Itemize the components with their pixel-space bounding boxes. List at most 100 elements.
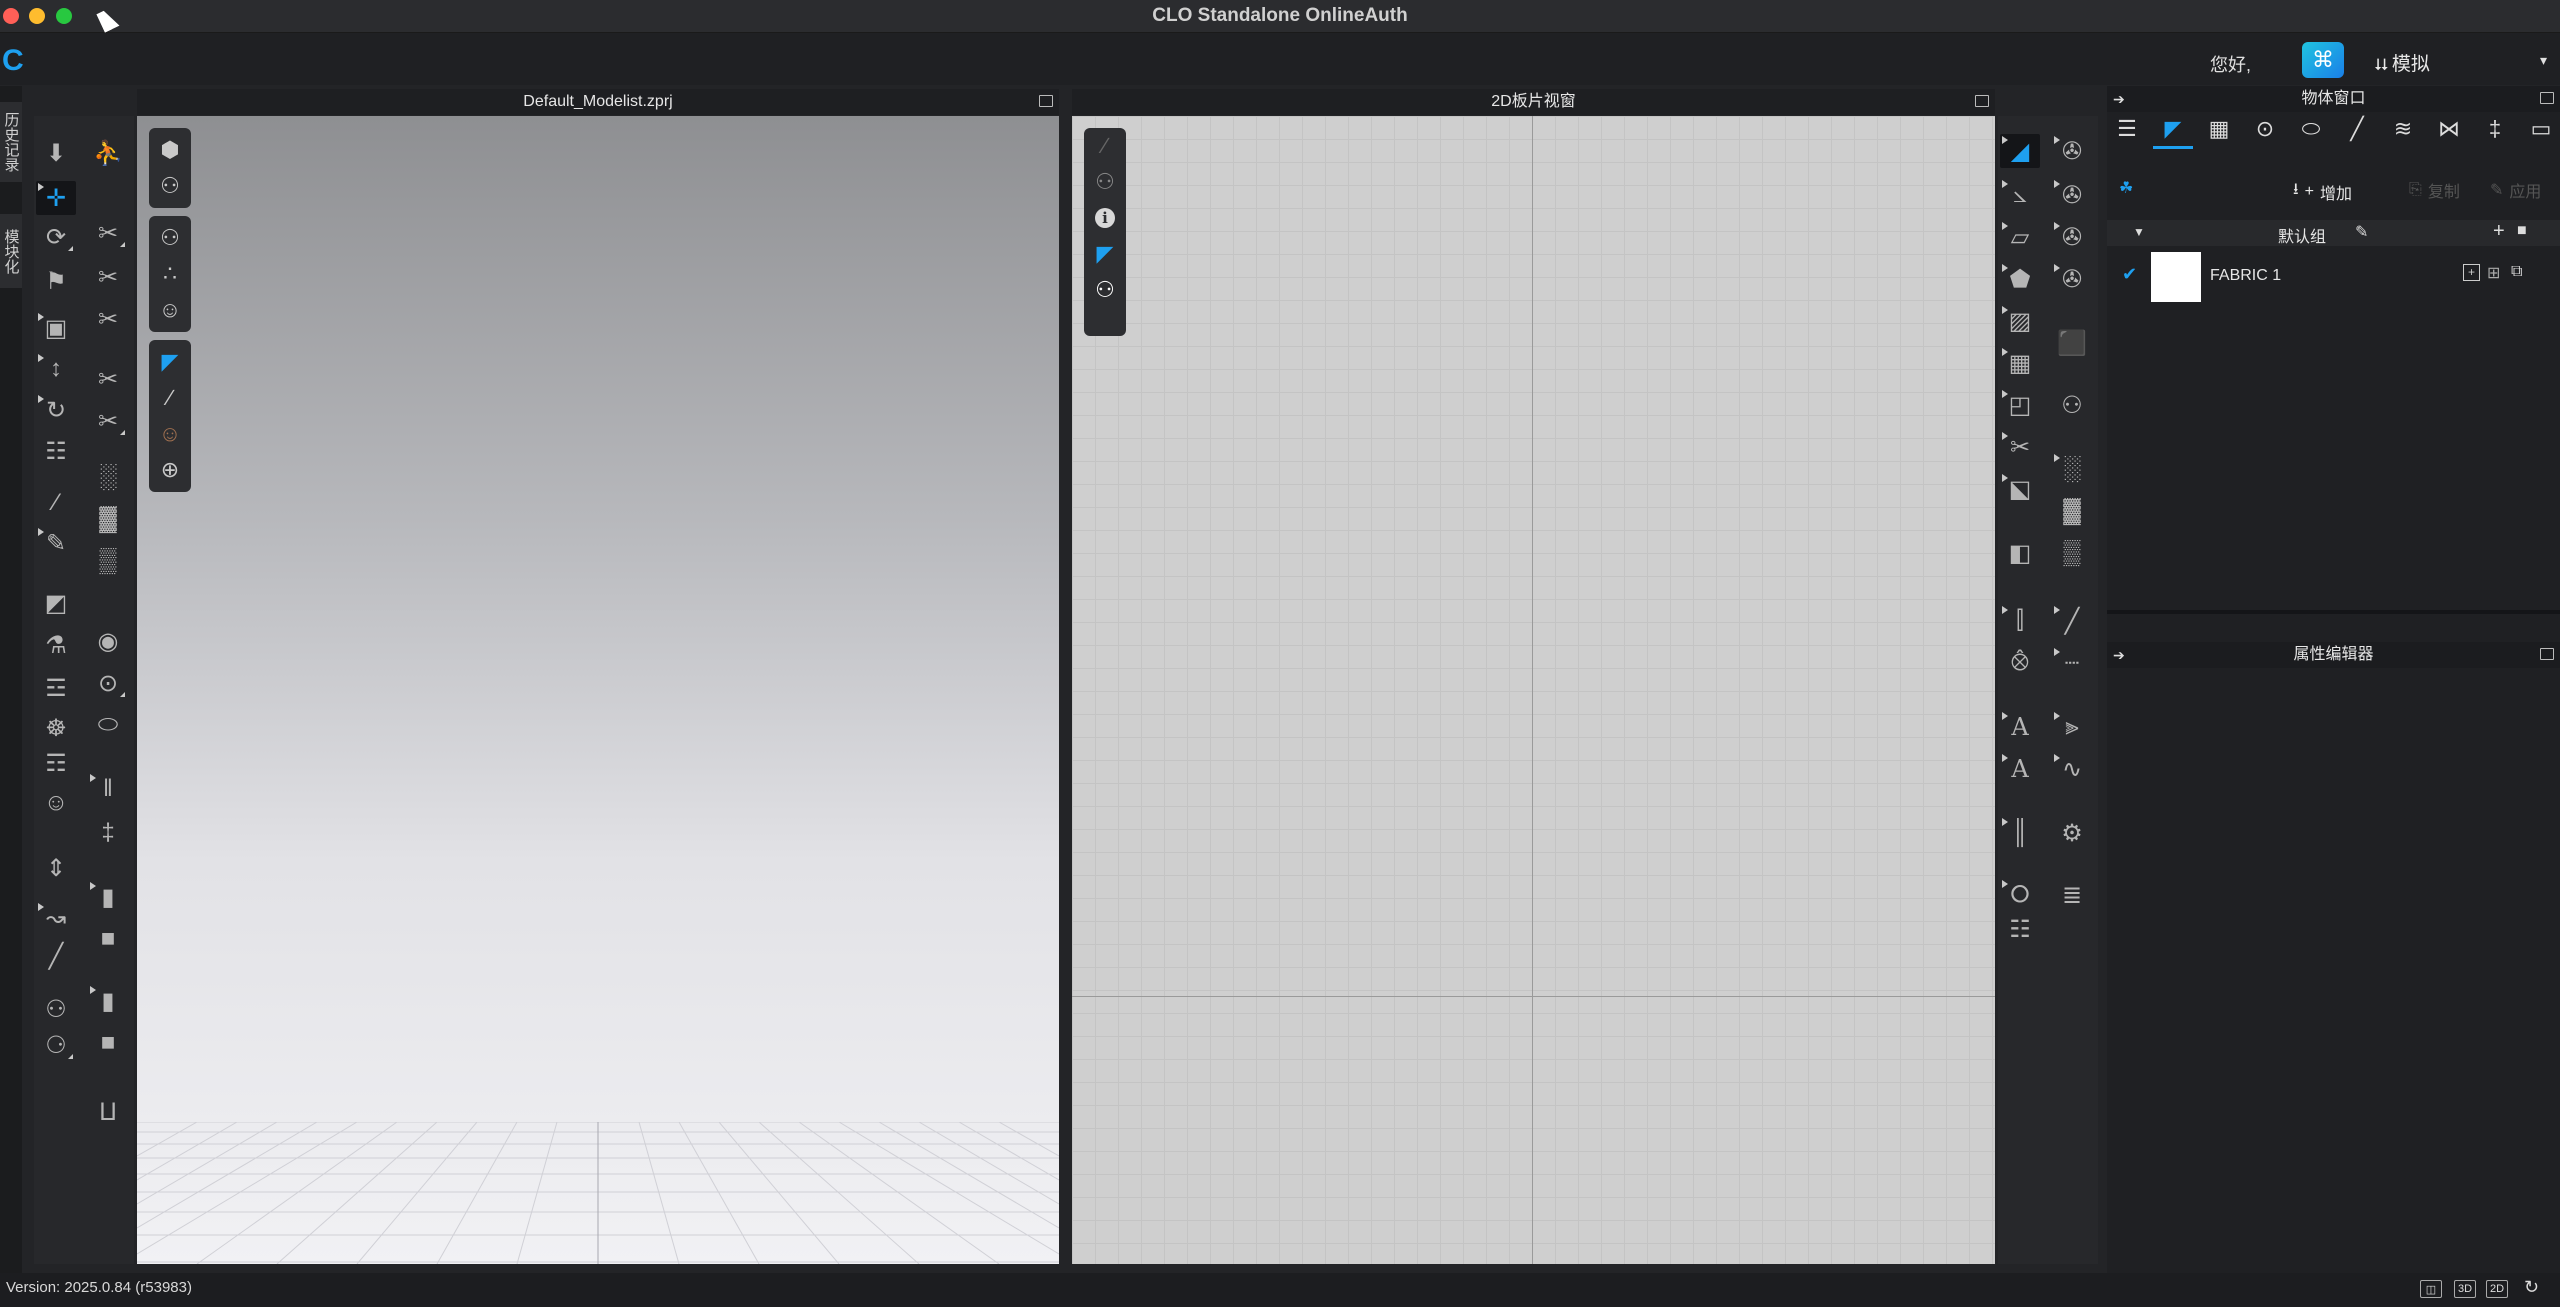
graphic-tool[interactable]: ⚗ <box>36 628 76 662</box>
copy-button[interactable]: ⎘ 复制 <box>2409 178 2460 202</box>
add-item-icon[interactable]: + <box>2493 220 2505 243</box>
show-pattern-icon[interactable]: ⚇ <box>1084 164 1126 200</box>
arrangement-tool[interactable]: ☷ <box>36 434 76 468</box>
uv-tool[interactable]: ▒ <box>88 544 128 578</box>
text-edit-tool[interactable]: A <box>2000 752 2040 786</box>
show-fabric-icon[interactable]: ◤ <box>149 344 191 380</box>
select-mesh-tool[interactable]: ⟳ <box>36 220 76 254</box>
float-window-icon[interactable] <box>2540 92 2554 104</box>
tab-history[interactable]: 历史记录 <box>0 102 22 182</box>
float-window-icon[interactable] <box>2540 648 2554 660</box>
mode-selector[interactable]: ⮇ 模拟 <box>2375 49 2430 76</box>
text-tool[interactable]: A <box>2000 710 2040 744</box>
caret-down-icon[interactable]: ▾ <box>2540 52 2547 69</box>
float-window-icon[interactable] <box>1975 95 1989 107</box>
fabric-2d-tool[interactable]: ░ <box>2052 452 2092 486</box>
elastic-tool[interactable]: ⫸ <box>2052 710 2092 744</box>
avatar-2d-tool[interactable]: ☷ <box>2000 912 2040 946</box>
globe-icon[interactable]: ⊕ <box>149 452 191 488</box>
puckering-2d-tool[interactable]: ∿ <box>2052 752 2092 786</box>
user-avatar[interactable]: ⌘ <box>2302 42 2344 78</box>
checkmark-icon[interactable]: ✔ <box>2122 264 2137 285</box>
iron-tool[interactable]: ⬛ <box>2052 326 2092 360</box>
view-cube-icon[interactable]: ⬢ <box>149 132 191 168</box>
magnet-tool[interactable]: ⨿ <box>88 1096 128 1130</box>
cut-tool[interactable]: ✂ <box>2000 430 2040 464</box>
edit-pattern-tool[interactable]: ⦣ <box>2000 178 2040 212</box>
measure-avatar-tool[interactable]: ⇕ <box>36 851 76 885</box>
grading-tool[interactable]: ║ <box>2000 816 2040 850</box>
segment-sewing-tool[interactable]: ✂ <box>88 216 128 250</box>
dart-tool[interactable]: ◰ <box>2000 388 2040 422</box>
fit-tool[interactable]: ☲ <box>36 671 76 705</box>
seam-allowance-tool[interactable]: ⫿ <box>2000 604 2040 638</box>
avatar-tool[interactable]: ☺ <box>36 786 76 820</box>
pattern-align-tool[interactable]: ⭘ <box>2000 878 2040 912</box>
dart-point-tool[interactable]: ⬕ <box>2000 472 2040 506</box>
edit-sewing-tool[interactable]: ✂ <box>88 404 128 438</box>
group-row[interactable]: ▼ 默认组 ✎ + ■ <box>2107 220 2560 246</box>
trim-fill-tool[interactable]: ■ <box>88 1026 128 1060</box>
free-sewing-tool[interactable]: ✂ <box>88 260 128 294</box>
show-skin-icon[interactable]: ☺ <box>149 416 191 452</box>
checker-tool[interactable]: ▓ <box>88 502 128 536</box>
refresh-icon[interactable]: ↻ <box>2524 1277 2539 1298</box>
tab-puckering[interactable]: ≋ <box>2383 112 2423 146</box>
ruler-3d-tool[interactable]: ╱ <box>36 939 76 973</box>
texture-edit-tool[interactable]: ◩ <box>36 586 76 620</box>
select-move-3d-tool[interactable]: ⬇ <box>36 136 76 170</box>
show-brush-icon[interactable]: ∕ <box>149 380 191 416</box>
edit-sewing-2d-tool[interactable]: ✇ <box>2052 220 2092 254</box>
steam-tool[interactable]: ∕ <box>36 486 76 520</box>
show-garment-icon[interactable]: ⚇ <box>149 220 191 256</box>
tab-graphic[interactable]: ▦ <box>2199 112 2239 146</box>
trim-tool[interactable]: ▮ <box>88 984 128 1018</box>
collapse-arrow-icon[interactable]: ➔ <box>2113 642 2125 668</box>
view-3d-button[interactable]: 3D <box>2454 1280 2476 1298</box>
show-fabric-texture-icon[interactable]: ◤ <box>1084 236 1126 272</box>
garment-view-icon[interactable]: ⚇ <box>149 168 191 204</box>
uv-2d-tool[interactable]: ▒ <box>2052 536 2092 570</box>
notch-tool[interactable]: ⨶ <box>2000 646 2040 680</box>
garment-fit-map-tool[interactable]: ⚆ <box>36 1028 76 1062</box>
rename-pencil-icon[interactable]: ✎ <box>2355 222 2368 242</box>
topstitch-tool[interactable]: ╱ <box>2052 604 2092 638</box>
piping-tool[interactable]: ▮ <box>88 880 128 914</box>
polygon-tool[interactable]: ⬟ <box>2000 262 2040 296</box>
internal-polygon-tool[interactable]: ▨ <box>2000 304 2040 338</box>
transform-pattern-tool[interactable]: ▱ <box>2000 220 2040 254</box>
shirring-tool[interactable]: ⚙ <box>2052 816 2092 850</box>
show-avatar-icon[interactable]: ☺ <box>149 292 191 328</box>
button-tool[interactable]: ◉ <box>88 624 128 658</box>
fold-arrangement-tool[interactable]: ◧ <box>2000 536 2040 570</box>
float-window-icon[interactable] <box>1039 95 1053 107</box>
button-hole-tool[interactable]: ⊙ <box>88 666 128 700</box>
garment-fit-tool[interactable]: ⚇ <box>36 992 76 1026</box>
tab-fabric[interactable]: ◤ <box>2153 112 2193 149</box>
show-pins-icon[interactable]: ∴ <box>149 256 191 292</box>
puckering-tool[interactable]: ☶ <box>36 746 76 780</box>
pattern-grid-icon[interactable]: ⊞ <box>2487 263 2500 283</box>
check-sewing-tool[interactable]: ✇ <box>2052 262 2092 296</box>
gizmo-tool[interactable]: ▣ <box>36 311 76 345</box>
tab-topstitch[interactable]: ╱ <box>2337 112 2377 146</box>
collapse-arrow-icon[interactable]: ➔ <box>2113 86 2125 112</box>
multi-sewing-tool[interactable]: ✂ <box>88 302 128 336</box>
fabric-pattern-tool[interactable]: ░ <box>88 460 128 494</box>
tape-tool[interactable]: ↝ <box>36 901 76 935</box>
2d-viewport[interactable]: ∕ ⚇ i ◤ ⚇ <box>1072 116 1995 1264</box>
zipper-tool[interactable]: ☸ <box>36 711 76 745</box>
expand-triangle-icon[interactable]: ▼ <box>2133 225 2145 239</box>
tab-buttonhole[interactable]: ⬭ <box>2291 112 2331 146</box>
add-fabric-button[interactable]: ⭳ + 增加 <box>2293 178 2352 205</box>
zipper-slider-tool[interactable]: ‖ <box>88 772 128 806</box>
tab-list-view[interactable]: ☰ <box>2107 112 2147 146</box>
split-view-button[interactable]: ◫ <box>2420 1280 2442 1298</box>
tab-button[interactable]: ⊙ <box>2245 112 2285 146</box>
transform-tool[interactable]: ✛ <box>36 181 76 215</box>
tab-trim[interactable]: ⋈ <box>2429 112 2469 146</box>
folder-icon[interactable]: ■ <box>2517 222 2527 240</box>
zipper-pull-tool[interactable]: ‡ <box>88 816 128 850</box>
measure-tool[interactable]: ↕ <box>36 352 76 386</box>
fabric-row[interactable]: ✔ FABRIC 1 + ⊞ ⧉ <box>2107 248 2560 306</box>
